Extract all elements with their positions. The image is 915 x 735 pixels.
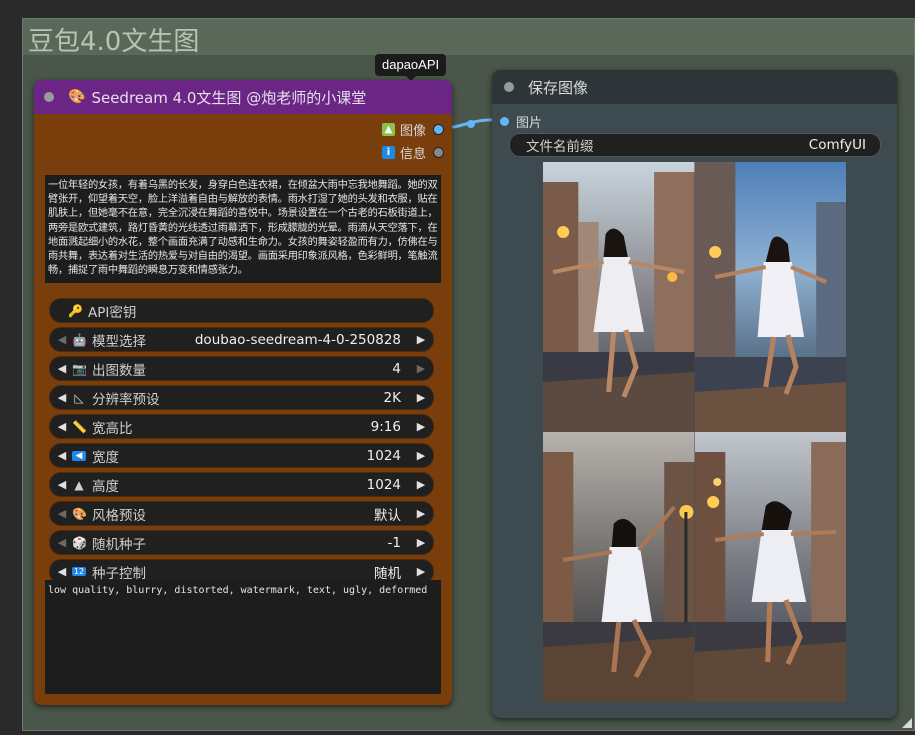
model-select-combo[interactable]: ◀ 🤖 模型选择 doubao-seedream-4-0-250828 ▶ (49, 327, 434, 352)
image-icon: ▲ (381, 123, 395, 136)
widget-value: 1024 (366, 447, 401, 464)
seedream-node-title-bar[interactable]: 🎨 Seedream 4.0文生图 @炮老师的小课堂 (34, 80, 452, 114)
output-image-label: 图像 (399, 124, 426, 139)
increment-arrow-icon[interactable]: ▶ (415, 449, 427, 462)
resize-grip-icon[interactable] (902, 718, 912, 728)
info-icon: i (381, 146, 395, 159)
widget-value: doubao-seedream-4-0-250828 (194, 331, 401, 348)
output-info-label: 信息 (399, 147, 426, 162)
arrow-left-box-icon: ◀ (72, 450, 86, 461)
robot-icon: 🤖 (72, 332, 87, 347)
output-slots: ▲ 图像 i 信息 (284, 118, 444, 164)
increment-arrow-icon[interactable]: ▶ (415, 478, 427, 491)
widget-list: 🔑 API密钥 ◀ 🤖 模型选择 doubao-seedream-4-0-2508… (49, 298, 434, 588)
random-seed-number[interactable]: ◀ 🎲 随机种子 -1 ▶ (49, 530, 434, 555)
save-node-title: 保存图像 (528, 78, 589, 97)
widget-label: 分辨率预设 (92, 391, 160, 408)
widget-label: 出图数量 (92, 362, 146, 379)
palette-icon: 🎨 (68, 89, 86, 105)
widget-value: 4 (392, 360, 401, 377)
output-info[interactable]: i 信息 (284, 141, 444, 164)
output-image-port[interactable] (433, 124, 444, 135)
filename-prefix-value: ComfyUI (808, 137, 866, 153)
decrement-arrow-icon[interactable]: ◀ (56, 362, 68, 375)
increment-arrow-icon[interactable]: ▶ (415, 536, 427, 549)
decrement-arrow-icon[interactable]: ◀ (56, 420, 68, 433)
resolution-preset-combo[interactable]: ◀ ◺ 分辨率预设 2K ▶ (49, 385, 434, 410)
aspect-ratio-combo[interactable]: ◀ 📏 宽高比 9:16 ▶ (49, 414, 434, 439)
widget-value: 9:16 (370, 418, 401, 435)
collapse-dot-icon[interactable] (44, 92, 54, 102)
widget-value: 2K (383, 389, 401, 406)
widget-value: -1 (387, 534, 401, 551)
seedream-node-title: Seedream 4.0文生图 @炮老师的小课堂 (91, 88, 367, 107)
camera-icon: 📷 (72, 361, 87, 376)
dice-icon: 🎲 (72, 535, 87, 550)
decrement-arrow-icon[interactable]: ◀ (56, 478, 68, 491)
decrement-arrow-icon[interactable]: ◀ (56, 536, 68, 549)
input-images-port[interactable] (500, 117, 509, 126)
widget-label: 宽高比 (92, 420, 133, 437)
output-info-port[interactable] (433, 147, 444, 158)
width-number[interactable]: ◀ ◀ 宽度 1024 ▶ (49, 443, 434, 468)
widget-label: 模型选择 (92, 333, 146, 350)
numbers-icon: 12 (72, 567, 86, 576)
preview-image[interactable] (694, 162, 846, 432)
decrement-arrow-icon[interactable]: ◀ (56, 507, 68, 520)
api-key-label: API密钥 (88, 304, 137, 321)
widget-label: 种子控制 (92, 565, 146, 582)
widget-label: 宽度 (92, 449, 119, 466)
widget-label: 高度 (92, 478, 119, 495)
api-key-button[interactable]: 🔑 API密钥 (49, 298, 434, 323)
increment-arrow-icon[interactable]: ▶ (415, 333, 427, 346)
preview-image[interactable] (543, 432, 695, 702)
preview-image[interactable] (543, 162, 695, 432)
palette-icon: 🎨 (72, 506, 87, 521)
input-images[interactable]: 图片 (500, 112, 542, 131)
prompt-textarea[interactable]: 一位年轻的女孩，有着乌黑的长发，身穿白色连衣裙，在倾盆大雨中忘我地舞蹈。她的双臂… (45, 175, 441, 283)
api-badge: dapaoAPI (375, 54, 447, 81)
group-title[interactable]: 豆包4.0文生图 (28, 21, 199, 58)
input-images-label: 图片 (516, 116, 543, 131)
filename-prefix-input[interactable]: 文件名前缀 ComfyUI (509, 133, 881, 157)
save-node-title-bar[interactable]: 保存图像 (492, 70, 897, 104)
up-triangle-icon: ▲ (74, 477, 84, 492)
ruler-icon: 📏 (72, 419, 87, 434)
preview-image[interactable] (694, 432, 846, 702)
widget-label: 风格预设 (92, 507, 146, 524)
image-count-combo[interactable]: ◀ 📷 出图数量 4 ▶ (49, 356, 434, 381)
increment-arrow-icon[interactable]: ▶ (415, 565, 427, 578)
decrement-arrow-icon[interactable]: ◀ (56, 333, 68, 346)
height-number[interactable]: ◀ ▲ 高度 1024 ▶ (49, 472, 434, 497)
key-icon: 🔑 (68, 303, 83, 318)
widget-label: 随机种子 (92, 536, 146, 553)
increment-arrow-icon[interactable]: ▶ (415, 420, 427, 433)
increment-arrow-icon[interactable]: ▶ (415, 507, 427, 520)
collapse-dot-icon[interactable] (504, 82, 514, 92)
filename-prefix-label: 文件名前缀 (526, 139, 594, 155)
output-image[interactable]: ▲ 图像 (284, 118, 444, 141)
widget-value: 1024 (366, 476, 401, 493)
decrement-arrow-icon[interactable]: ◀ (56, 449, 68, 462)
increment-arrow-icon[interactable]: ▶ (415, 362, 427, 375)
style-preset-combo[interactable]: ◀ 🎨 风格预设 默认 ▶ (49, 501, 434, 526)
decrement-arrow-icon[interactable]: ◀ (56, 565, 68, 578)
negative-prompt-textarea[interactable]: low quality, blurry, distorted, watermar… (45, 580, 441, 694)
save-image-node[interactable]: 保存图像 图片 文件名前缀 ComfyUI (492, 70, 897, 718)
increment-arrow-icon[interactable]: ▶ (415, 391, 427, 404)
triangle-ruler-icon: ◺ (74, 390, 84, 405)
decrement-arrow-icon[interactable]: ◀ (56, 391, 68, 404)
widget-value: 随机 (374, 565, 401, 582)
seedream-node[interactable]: 🎨 Seedream 4.0文生图 @炮老师的小课堂 ▲ 图像 i 信息 一位年… (34, 80, 452, 705)
widget-value: 默认 (374, 507, 401, 524)
image-preview-grid (543, 162, 846, 702)
